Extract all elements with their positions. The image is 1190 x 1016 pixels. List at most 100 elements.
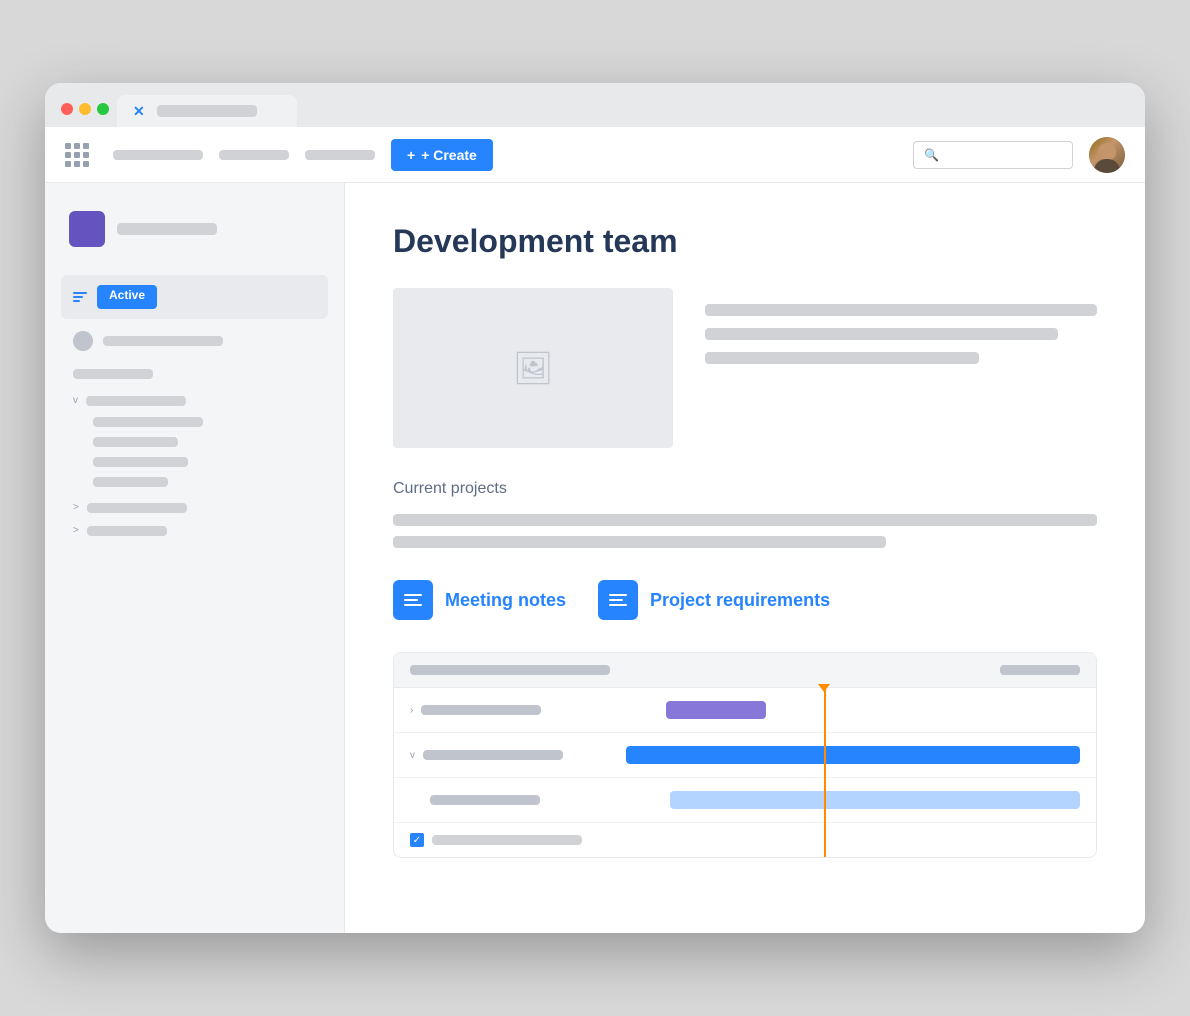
grid-dot <box>65 161 71 167</box>
gantt-checkbox-bar <box>432 835 582 845</box>
sidebar-item-label <box>93 437 178 447</box>
icon-line <box>609 594 627 596</box>
main-layout: Active v <box>45 183 1145 933</box>
chevron-right-icon: > <box>73 502 79 513</box>
sidebar-item[interactable] <box>61 323 328 359</box>
avatar-body <box>1094 159 1120 173</box>
meeting-notes-label: Meeting notes <box>445 590 566 611</box>
chevron-down-icon: v <box>410 750 415 761</box>
header-text-bar <box>705 352 979 364</box>
gantt-today-line <box>824 688 826 857</box>
navbar: + + Create 🔍 <box>45 127 1145 183</box>
project-requirements-label: Project requirements <box>650 590 830 611</box>
gantt-row: v <box>394 733 1096 778</box>
gantt-body: › v <box>394 688 1096 857</box>
cards-row: Meeting notes Project requirements <box>393 580 1097 620</box>
gantt-row-label: › <box>410 705 610 716</box>
gantt-header-months <box>634 665 1080 675</box>
gantt-checkbox-row: ✓ <box>394 823 1096 857</box>
sidebar-item-label <box>87 526 167 536</box>
search-icon: 🔍 <box>924 148 939 162</box>
sidebar: Active v <box>45 183 345 933</box>
create-button[interactable]: + + Create <box>391 139 493 171</box>
gantt-row <box>394 778 1096 823</box>
sidebar-item-icon <box>73 331 93 351</box>
header-section: 🖼 <box>393 288 1097 448</box>
project-requirements-card[interactable]: Project requirements <box>598 580 830 620</box>
sidebar-filter-section[interactable]: Active <box>61 275 328 319</box>
browser-tab[interactable]: ✕ <box>117 95 297 127</box>
grid-dot <box>65 152 71 158</box>
minimize-button[interactable] <box>79 103 91 115</box>
create-button-label: + Create <box>421 147 477 163</box>
icon-line <box>609 604 627 606</box>
section-title: Current projects <box>393 480 1097 498</box>
nav-link-2[interactable] <box>219 150 289 160</box>
gantt-row-chart <box>626 743 1080 767</box>
project-requirements-icon <box>598 580 638 620</box>
grid-dot <box>65 143 71 149</box>
sidebar-logo-row[interactable] <box>61 203 328 255</box>
grid-dot <box>83 152 89 158</box>
icon-line <box>404 604 422 606</box>
header-text-bar <box>705 328 1058 340</box>
gantt-chart: › v <box>393 652 1097 858</box>
gantt-checkbox-label-area: ✓ <box>410 833 610 847</box>
avatar[interactable] <box>1089 137 1125 173</box>
document-icon-lines <box>404 594 422 606</box>
main-content: Development team 🖼 Current projects <box>345 183 1145 933</box>
icon-line <box>404 594 422 596</box>
sidebar-sub-item[interactable] <box>61 412 328 432</box>
gantt-checkbox[interactable]: ✓ <box>410 833 424 847</box>
nav-link-3[interactable] <box>305 150 375 160</box>
header-text-lines <box>705 288 1097 448</box>
page-title: Development team <box>393 223 1097 260</box>
sidebar-item-label <box>93 477 168 487</box>
grid-dot <box>74 161 80 167</box>
workspace-label <box>117 223 217 235</box>
gantt-row-chart <box>626 698 1080 722</box>
gantt-task-label <box>421 705 541 715</box>
sidebar-item-label <box>73 369 153 379</box>
sidebar-expandable-item[interactable]: > <box>61 496 328 519</box>
projects-bars <box>393 514 1097 548</box>
sidebar-expandable-item[interactable]: > <box>61 519 328 542</box>
header-image-placeholder: 🖼 <box>393 288 673 448</box>
close-button[interactable] <box>61 103 73 115</box>
sidebar-sub-item[interactable] <box>61 452 328 472</box>
filter-line <box>73 292 87 294</box>
avatar-image <box>1089 137 1125 173</box>
image-icon: 🖼 <box>513 349 554 387</box>
filter-icon <box>73 292 87 302</box>
chevron-right-icon: › <box>410 705 413 716</box>
sidebar-sub-item[interactable] <box>61 432 328 452</box>
sidebar-expandable-item[interactable]: v <box>61 389 328 412</box>
grid-dot <box>83 143 89 149</box>
search-box[interactable]: 🔍 <box>913 141 1073 169</box>
apps-grid-icon[interactable] <box>65 143 89 167</box>
sidebar-sub-item[interactable] <box>61 472 328 492</box>
chevron-down-icon: v <box>73 395 78 406</box>
plus-icon: + <box>407 147 415 163</box>
icon-line <box>404 599 418 601</box>
grid-dot <box>83 161 89 167</box>
gantt-today-marker <box>818 684 830 692</box>
icon-line <box>609 599 623 601</box>
sidebar-item-label <box>103 336 223 346</box>
gantt-row-label: v <box>410 750 610 761</box>
meeting-notes-icon <box>393 580 433 620</box>
maximize-button[interactable] <box>97 103 109 115</box>
workspace-icon <box>69 211 105 247</box>
nav-link-1[interactable] <box>113 150 203 160</box>
meeting-notes-card[interactable]: Meeting notes <box>393 580 566 620</box>
document-icon-lines <box>609 594 627 606</box>
gantt-row: › <box>394 688 1096 733</box>
gantt-header <box>394 653 1096 688</box>
sidebar-item[interactable] <box>61 361 328 387</box>
gantt-bar-purple <box>666 701 766 719</box>
browser-window: ✕ + + Create 🔍 <box>45 83 1145 933</box>
browser-titlebar: ✕ <box>45 83 1145 127</box>
sidebar-item-label <box>87 503 187 513</box>
gantt-task-label <box>430 795 540 805</box>
sidebar-item-label <box>93 417 203 427</box>
